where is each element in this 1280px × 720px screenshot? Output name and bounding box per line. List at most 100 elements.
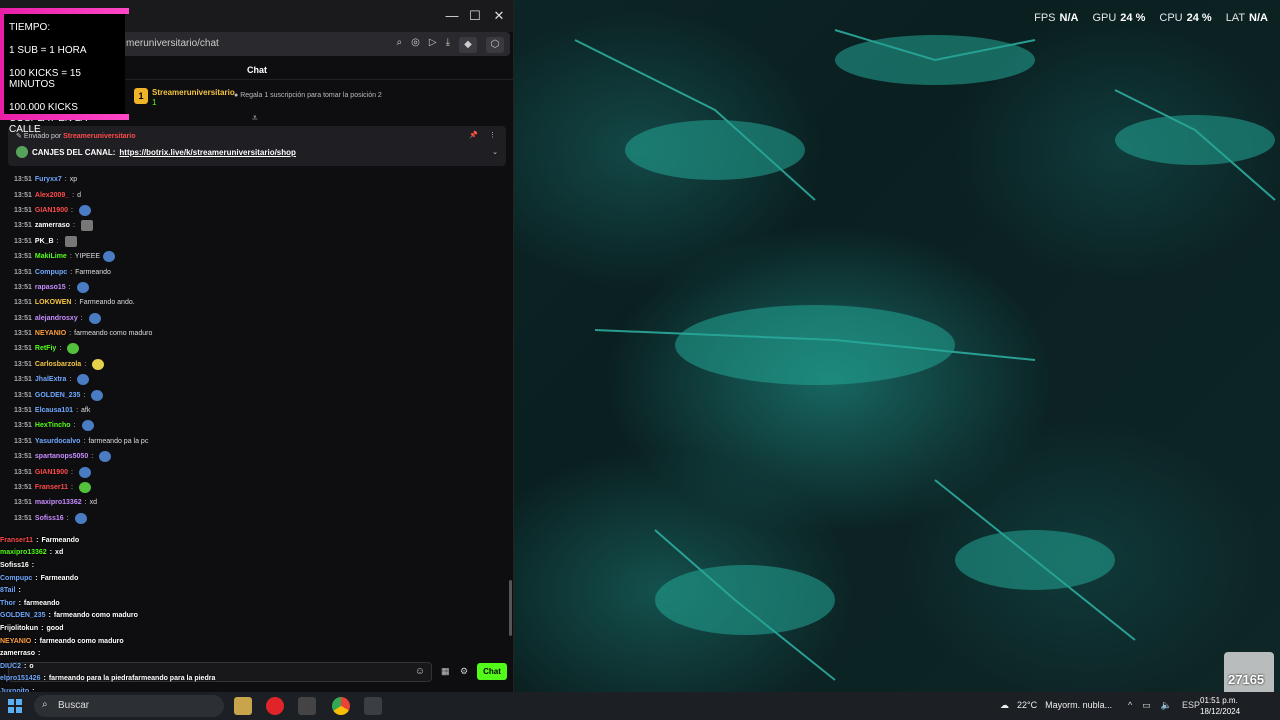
message-username[interactable]: GOLDEN_235 [35, 392, 81, 399]
overlay-line-2: 1 SUB = 1 HORA [9, 45, 87, 56]
chat-message: 13:51 Carlosbarzola: [14, 357, 504, 372]
message-username[interactable]: GIAN1900 [35, 207, 68, 214]
separator: : [83, 391, 86, 399]
chat-message: 13:51 zamerraso: [14, 218, 504, 233]
address-bar[interactable]: meruniversitario/chat ⌕ ◎ ▷ ⤓ ◆ ⬡ [118, 32, 510, 56]
overlay-chat-text: xd [55, 549, 64, 557]
message-username[interactable]: RetFiy [35, 345, 56, 352]
windows-start-icon[interactable] [8, 699, 22, 713]
message-time: 13:51 [14, 176, 32, 184]
gift-icon[interactable]: ▦ [441, 666, 450, 677]
message-username[interactable]: GIAN1900 [35, 469, 68, 476]
play-icon[interactable]: ▷ [429, 37, 437, 53]
network-icon[interactable]: ▭ [1142, 700, 1151, 711]
separator: : [69, 376, 72, 384]
download-icon[interactable]: ⤓ [446, 37, 450, 53]
gift-sub-prompt[interactable]: ● Regala 1 suscripción para tomar la pos… [234, 92, 382, 99]
message-username[interactable]: alejandrosxy [35, 315, 78, 322]
overlay-chat-username: NEYANIO [0, 637, 32, 645]
expand-chevron-icon[interactable]: ⌄ [492, 148, 498, 156]
message-time: 13:51 [14, 499, 32, 507]
file-explorer-icon[interactable] [234, 697, 252, 715]
message-username[interactable]: Sofiss16 [35, 515, 64, 522]
language-indicator[interactable]: ESP [1182, 700, 1200, 711]
separator: : [38, 650, 41, 658]
overlay-chat-username: Compupc [0, 574, 33, 582]
message-time: 13:51 [14, 206, 32, 214]
message-username[interactable]: maxipro13362 [35, 499, 82, 506]
collapse-chevron-icon[interactable]: ⩡ [252, 113, 258, 124]
performance-stats: FPS N/A GPU 24 % CPU 24 % LAT N/A [1034, 12, 1268, 24]
overlay-chat-username: Franser11 [0, 536, 34, 544]
bot-avatar-icon [16, 146, 28, 158]
separator: : [18, 587, 21, 595]
message-username[interactable]: MakiLime [35, 253, 67, 260]
message-time: 13:51 [14, 422, 32, 430]
overlay-chat-line: DIUC2: o [0, 660, 254, 673]
overlay-chat-username: zamerraso [0, 650, 36, 658]
message-username[interactable]: NEYANIO [35, 330, 66, 337]
message-username[interactable]: Furyxx7 [35, 176, 62, 183]
emoji-icon[interactable]: ☺ [415, 666, 425, 677]
message-time: 13:51 [14, 314, 32, 322]
window-app-icon[interactable] [364, 697, 382, 715]
message-username[interactable]: zamerraso [35, 222, 70, 229]
shop-link[interactable]: https://botrix.live/k/streameruniversita… [119, 148, 296, 157]
separator: : [48, 612, 51, 620]
chrome-icon[interactable] [332, 697, 350, 715]
chat-messages: 13:51 Furyxx7: xp 13:51 Alex2009_: d 13:51 GIAN… [14, 172, 504, 526]
send-chat-button[interactable]: Chat [477, 663, 507, 680]
message-text: Farmeando [75, 268, 111, 276]
taskbar-clock[interactable]: 01:51 p.m. 18/12/2024 [1200, 695, 1240, 717]
pin-icon[interactable]: 📌 [469, 131, 478, 139]
emote-icon [88, 312, 101, 324]
emote-icon [92, 358, 105, 370]
separator: : [49, 549, 53, 557]
extension-icon[interactable]: ◆ [459, 37, 477, 53]
message-username[interactable]: rapaso15 [35, 284, 66, 291]
separator: : [41, 624, 44, 632]
chat-message: 13:51 GIAN1900: [14, 203, 504, 218]
extension-cube-icon[interactable]: ⬡ [486, 37, 504, 53]
volume-icon[interactable]: 🔈 [1161, 700, 1172, 711]
app-icon[interactable] [298, 697, 316, 715]
separator: : [70, 206, 73, 214]
separator: : [34, 637, 37, 645]
emote-icon [77, 374, 90, 386]
message-time: 13:51 [14, 468, 32, 476]
message-text: xd [89, 499, 97, 507]
separator: : [72, 191, 75, 199]
overlay-chat-text: good [46, 624, 64, 632]
separator: : [59, 345, 62, 353]
tray-chevron-icon[interactable]: ^ [1128, 700, 1132, 711]
overlay-chat-line: GOLDEN_235: farmeando como maduro [0, 610, 254, 623]
message-username[interactable]: Carlosbarzola [35, 361, 81, 368]
message-username[interactable]: JhalExtra [35, 376, 67, 383]
message-username[interactable]: Yasurdocalvo [35, 438, 81, 445]
leader-name[interactable]: Streameruniversitario [152, 88, 235, 97]
zoom-icon[interactable]: ⌕ [397, 37, 403, 53]
separator: : [64, 176, 67, 184]
minimize-button[interactable]: — [440, 8, 464, 23]
message-username[interactable]: LOKOWEN [35, 299, 72, 306]
chat-scrollbar[interactable] [509, 580, 512, 636]
message-username[interactable]: spartanops5050 [35, 453, 88, 460]
maximize-button[interactable]: ☐ [463, 8, 487, 24]
message-username[interactable]: PK_B [35, 238, 54, 245]
overlay-chat-username: 8Tail [0, 587, 16, 595]
taskbar-search[interactable]: ⌕ Buscar [34, 695, 224, 717]
opera-icon[interactable] [266, 697, 284, 715]
message-username[interactable]: Elcausa101 [35, 407, 73, 414]
message-username[interactable]: HexTincho [35, 422, 71, 429]
message-username[interactable]: Compupc [35, 269, 67, 276]
message-time: 13:51 [14, 345, 32, 353]
message-username[interactable]: Alex2009_ [35, 192, 69, 199]
message-username[interactable]: Franser11 [35, 484, 68, 491]
message-text: farmeando como maduro [74, 330, 153, 338]
message-text: Farmeando ando. [79, 299, 135, 307]
settings-gear-icon[interactable]: ⚙ [460, 666, 468, 677]
close-button[interactable]: ✕ [487, 8, 511, 24]
more-options-icon[interactable]: ⋮ [489, 131, 496, 139]
shield-icon[interactable]: ◎ [411, 37, 420, 53]
weather-widget[interactable]: ☁ 22°C Mayorm. nubla... [1000, 700, 1112, 711]
